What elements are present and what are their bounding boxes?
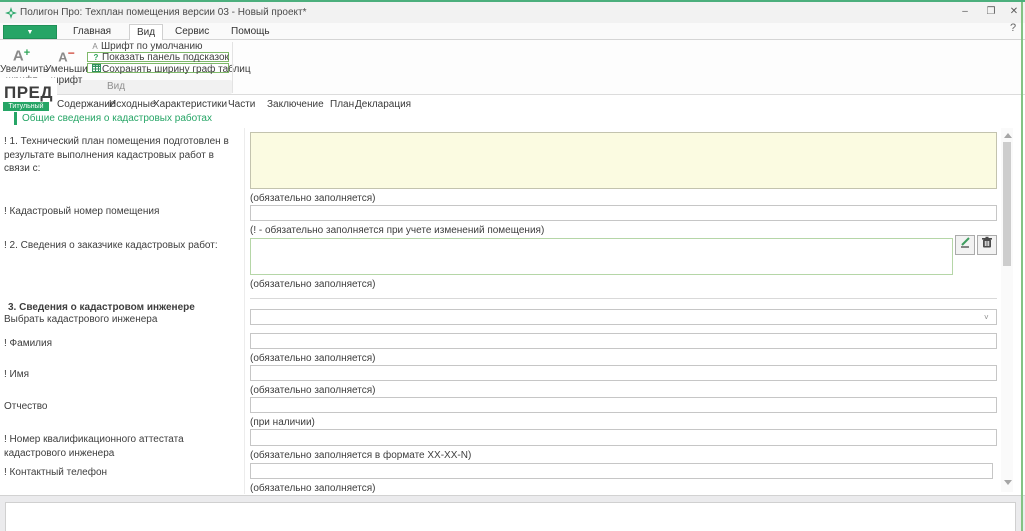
doc-tab-plan[interactable]: План: [330, 99, 354, 110]
bottom-panel: [5, 502, 1016, 531]
ribbon: Вид А+ Увеличить шрифт А− Уменьшить шриф…: [0, 40, 1025, 95]
delete-customer-button[interactable]: [977, 235, 997, 255]
section-separator: [250, 298, 997, 299]
ribbon-group-separator: [232, 42, 233, 93]
window-right-border: [1021, 2, 1023, 531]
preview-heading: ПРЕД: [4, 83, 53, 103]
file-menu-button[interactable]: ▼: [3, 25, 57, 39]
field-hint-phone: (обязательно заполняется): [250, 483, 375, 494]
scroll-up-icon[interactable]: [1004, 133, 1012, 138]
select-engineer-combobox[interactable]: [250, 309, 997, 325]
field-label-patronymic: Отчество: [4, 400, 242, 414]
surname-input[interactable]: [250, 333, 997, 349]
doc-tab-chasti[interactable]: Части: [228, 99, 255, 110]
attestation-number-input[interactable]: [250, 429, 997, 446]
menu-item-default-font[interactable]: АШрифт по умолчанию: [87, 42, 229, 52]
restore-button[interactable]: ❐: [982, 6, 1000, 19]
font-increase-icon: А+: [0, 42, 43, 64]
scrollbar-thumb[interactable]: [1003, 142, 1011, 266]
tab-glavnaya[interactable]: Главная: [66, 24, 118, 40]
section-title: Общие сведения о кадастровых работах: [22, 113, 212, 124]
name-input[interactable]: [250, 365, 997, 381]
field-hint-surname: (обязательно заполняется): [250, 353, 375, 364]
ribbon-tab-row: ▼ Главная Вид Сервис Помощь: [0, 23, 1025, 40]
doc-tab-zaklyuchenie[interactable]: Заключение: [267, 99, 324, 110]
doc-tab-deklaraciya[interactable]: Декларация: [355, 99, 411, 110]
doc-tab-harakteristiki[interactable]: Характеристики: [153, 99, 227, 110]
field-label-select-engineer: Выбрать кадастрового инженера: [4, 313, 242, 327]
app-logo-icon: [5, 7, 17, 19]
field-label-work-reason: ! 1. Технический план помещения подготов…: [4, 135, 242, 176]
window-title: Полигон Про: Техплан помещения версии 03…: [20, 7, 307, 18]
hint-panel-icon: ?: [90, 53, 102, 62]
minimize-button[interactable]: –: [956, 6, 974, 19]
field-label-phone: ! Контактный телефон: [4, 466, 242, 480]
patronymic-input[interactable]: [250, 397, 997, 413]
field-hint-name: (обязательно заполняется): [250, 385, 375, 396]
section-accent-bar: [14, 112, 17, 125]
chevron-down-icon[interactable]: ˅: [984, 313, 994, 322]
title-bar: Полигон Про: Техплан помещения версии 03…: [0, 2, 1025, 23]
work-reason-textarea[interactable]: [250, 132, 997, 189]
field-hint-patronymic: (при наличии): [250, 417, 315, 428]
tab-servis[interactable]: Сервис: [168, 24, 216, 40]
font-decrease-icon: А−: [45, 42, 88, 64]
field-hint-attestation-number: (обязательно заполняется в формате XX-XX…: [250, 450, 471, 461]
scroll-down-icon[interactable]: [1004, 480, 1012, 485]
chevron-down-icon: ▼: [27, 29, 34, 36]
table-grid-icon: [90, 64, 102, 74]
app-window: Полигон Про: Техплан помещения версии 03…: [0, 0, 1025, 531]
field-label-customer: ! 2. Сведения о заказчике кадастровых ра…: [4, 239, 242, 253]
doc-tab-soderzhanie[interactable]: Содержание: [57, 99, 115, 110]
menu-item-show-hints[interactable]: ?Показать панель подсказок: [87, 52, 229, 62]
tab-vid[interactable]: Вид: [129, 24, 163, 41]
customer-textarea[interactable]: [250, 238, 953, 275]
cadastral-number-input[interactable]: [250, 205, 997, 221]
doc-tab-ishodnye[interactable]: Исходные: [109, 99, 156, 110]
field-label-name: ! Имя: [4, 368, 242, 382]
font-icon: А: [89, 42, 101, 51]
field-hint-work-reason: (обязательно заполняется): [250, 193, 375, 204]
field-hint-cadastral-number: (! - обязательно заполняется при учете и…: [250, 225, 544, 236]
trash-icon: [981, 236, 993, 249]
field-hint-customer: (обязательно заполняется): [250, 279, 375, 290]
tab-pomosch[interactable]: Помощь: [224, 24, 277, 40]
field-label-cadastral-number: ! Кадастровый номер помещения: [4, 205, 242, 219]
field-label-attestation-number: ! Номер квалификационного аттестата када…: [4, 433, 242, 460]
doc-tab-titulnyj[interactable]: Титульный: [3, 102, 49, 111]
menu-item-save-column-widths[interactable]: Сохранять ширину граф таблиц: [87, 63, 229, 73]
edit-customer-button[interactable]: [955, 235, 975, 255]
pencil-icon: [959, 236, 972, 249]
field-label-surname: ! Фамилия: [4, 337, 242, 351]
phone-input[interactable]: [250, 463, 993, 479]
